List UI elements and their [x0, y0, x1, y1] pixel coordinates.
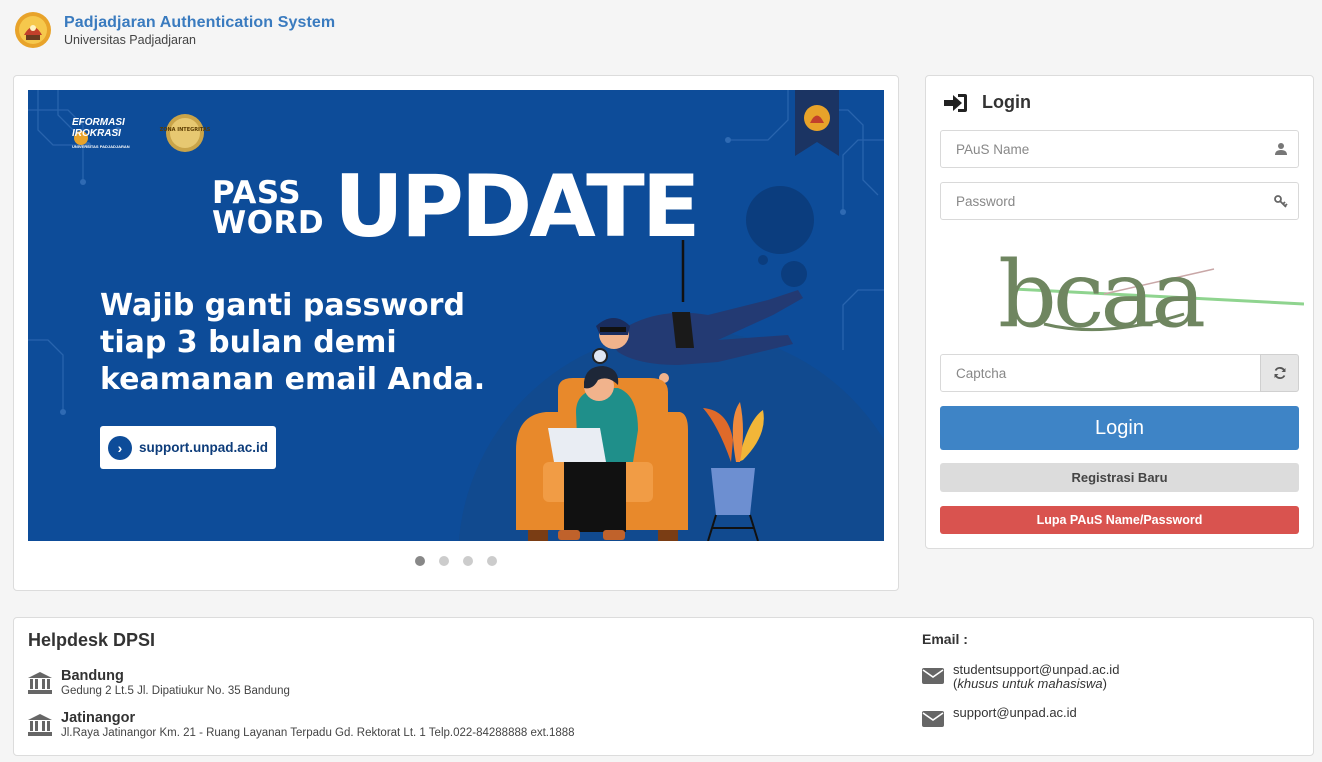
headline-pass: PASS [212, 175, 302, 211]
email-label: Email : [922, 631, 968, 647]
username-field[interactable] [940, 130, 1299, 168]
support-link-text: support.unpad.ac.id [139, 440, 269, 455]
password-update-banner[interactable]: ZONA INTEGRITAS EFORMASI IROKRASI UNIVER… [28, 90, 884, 541]
carousel-indicators [415, 556, 497, 566]
email-support: support@unpad.ac.id [922, 706, 1077, 727]
university-seal-icon [14, 11, 52, 49]
envelope-icon [922, 668, 944, 684]
app-header: Padjadjaran Authentication System Univer… [14, 10, 335, 50]
svg-text:ZONA INTEGRITAS: ZONA INTEGRITAS [160, 127, 211, 133]
carousel-dot-4[interactable] [487, 556, 497, 566]
logo-text-line-3: UNIVERSITAS PADJADJARAN [72, 144, 130, 149]
logo-text-line-2: IROKRASI [72, 128, 121, 139]
email-address[interactable]: studentsupport@unpad.ac.id [953, 663, 1119, 677]
helpdesk-panel: Helpdesk DPSI Bandung Gedung 2 Lt.5 Jl. … [13, 617, 1314, 756]
captcha-input-box[interactable] [940, 354, 1261, 392]
refresh-icon [1274, 367, 1285, 379]
captcha-input[interactable] [941, 355, 1260, 391]
captcha-refresh-button[interactable] [1260, 354, 1299, 392]
banner-message: Wajib ganti password tiap 3 bulan demi k… [100, 288, 486, 397]
location-address: Jl.Raya Jatinangor Km. 21 - Ruang Layana… [61, 727, 575, 739]
location-bandung: Bandung Gedung 2 Lt.5 Jl. Dipatiukur No.… [28, 668, 290, 698]
carousel-dot-3[interactable] [463, 556, 473, 566]
headline-update: UPDATE [334, 157, 701, 257]
bank-icon [28, 672, 52, 694]
login-title: Login [982, 92, 1031, 112]
location-name: Bandung [61, 668, 124, 684]
sign-in-icon [944, 93, 967, 112]
register-button[interactable]: Registrasi Baru [940, 463, 1299, 492]
captcha-field [940, 354, 1299, 392]
login-button[interactable]: Login [940, 406, 1299, 450]
headline-small: PASS WORD [212, 175, 325, 241]
app-title: Padjadjaran Authentication System [64, 13, 336, 31]
location-jatinangor: Jatinangor Jl.Raya Jatinangor Km. 21 - R… [28, 710, 575, 740]
location-address: Gedung 2 Lt.5 Jl. Dipatiukur No. 35 Band… [61, 685, 290, 697]
carousel-dot-2[interactable] [439, 556, 449, 566]
helpdesk-title: Helpdesk DPSI [28, 630, 156, 650]
envelope-icon [922, 711, 944, 727]
headline-word: WORD [212, 205, 325, 241]
logo-text-line-1: EFORMASI [72, 117, 125, 128]
password-input[interactable] [941, 183, 1298, 219]
carousel-panel: ZONA INTEGRITAS EFORMASI IROKRASI UNIVER… [13, 75, 899, 591]
email-address[interactable]: support@unpad.ac.id [953, 706, 1077, 720]
key-icon [1274, 195, 1288, 208]
email-note: khusus untuk mahasiswa [957, 676, 1103, 691]
bank-icon [28, 714, 52, 736]
carousel-dot-1[interactable] [415, 556, 425, 566]
app-subtitle: Universitas Padjadjaran [64, 32, 197, 47]
email-student-support: studentsupport@unpad.ac.id (khusus untuk… [922, 663, 1119, 691]
password-field[interactable] [940, 182, 1299, 220]
reformasi-birokrasi-logo: EFORMASI IROKRASI UNIVERSITAS PADJADJARA… [72, 117, 130, 152]
support-link-button[interactable]: › support.unpad.ac.id [100, 426, 276, 469]
username-input[interactable] [941, 131, 1298, 167]
login-header: Login [944, 92, 1031, 113]
location-name: Jatinangor [61, 710, 136, 726]
login-panel: Login bcaa [925, 75, 1314, 549]
user-icon [1275, 143, 1287, 155]
captcha-image: bcaa [984, 234, 1305, 348]
forgot-password-button[interactable]: Lupa PAuS Name/Password [940, 506, 1299, 534]
chevron-right-icon: › [108, 435, 132, 460]
